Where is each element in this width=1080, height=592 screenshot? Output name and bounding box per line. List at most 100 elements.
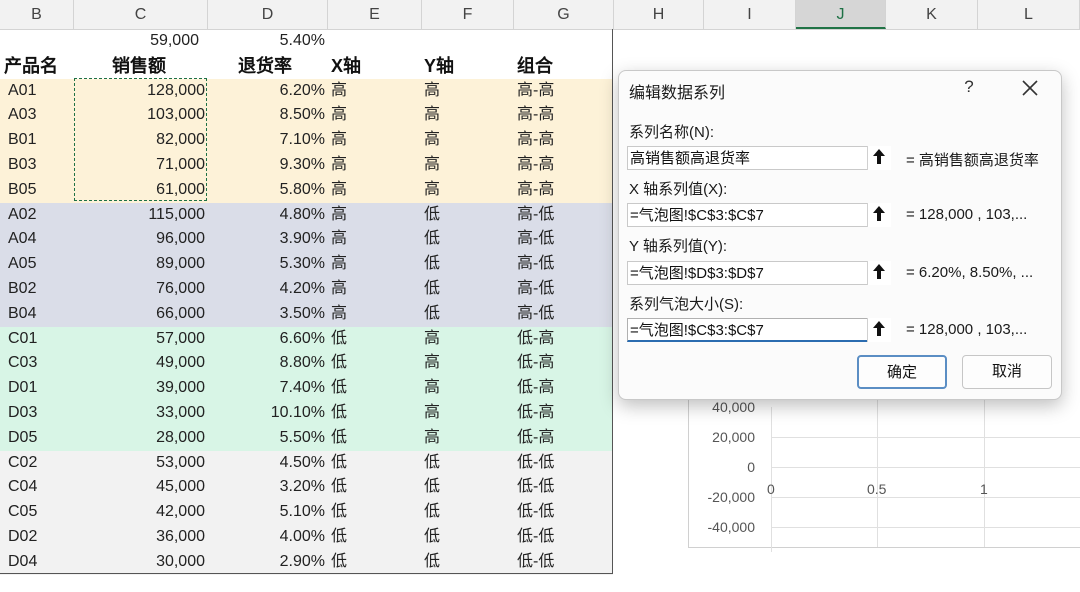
edit-series-dialog[interactable]: 编辑数据系列 ? 系列名称(N): 高销售额高退货率 = 高销售额高退货率 X … — [618, 70, 1062, 400]
return-rate-cell[interactable]: 7.40% — [208, 376, 325, 401]
header-return-rate[interactable]: 退货率 — [238, 54, 318, 79]
combo-cell[interactable]: 高-低 — [517, 203, 597, 228]
y-axis-cell[interactable]: 高 — [424, 426, 484, 451]
y-axis-cell[interactable]: 高 — [424, 351, 484, 376]
bubble-size-range-picker[interactable] — [867, 318, 891, 342]
return-rate-cell[interactable]: 5.50% — [208, 426, 325, 451]
x-axis-cell[interactable]: 高 — [331, 302, 391, 327]
return-rate-cell[interactable]: 6.60% — [208, 327, 325, 352]
x-axis-cell[interactable]: 高 — [331, 178, 391, 203]
return-rate-cell[interactable]: 5.30% — [208, 252, 325, 277]
x-axis-cell[interactable]: 低 — [331, 525, 391, 550]
product-cell[interactable]: C02 — [8, 451, 72, 476]
x-axis-cell[interactable]: 低 — [331, 401, 391, 426]
x-axis-cell[interactable]: 低 — [331, 500, 391, 525]
column-header-d[interactable]: D — [208, 0, 328, 29]
sales-cell[interactable]: 66,000 — [74, 302, 205, 327]
header-product[interactable]: 产品名 — [4, 54, 72, 79]
y-axis-cell[interactable]: 高 — [424, 178, 484, 203]
header-sales[interactable]: 销售额 — [112, 54, 192, 79]
cancel-button[interactable]: 取消 — [962, 355, 1052, 389]
sales-cell[interactable]: 57,000 — [74, 327, 205, 352]
product-cell[interactable]: B04 — [8, 302, 72, 327]
product-cell[interactable]: C03 — [8, 351, 72, 376]
y-axis-cell[interactable]: 高 — [424, 128, 484, 153]
column-header-i[interactable]: I — [704, 0, 796, 29]
combo-cell[interactable]: 高-低 — [517, 277, 597, 302]
combo-cell[interactable]: 高-高 — [517, 153, 597, 178]
sales-cell[interactable]: 89,000 — [74, 252, 205, 277]
sales-cell[interactable]: 45,000 — [74, 475, 205, 500]
x-axis-cell[interactable]: 高 — [331, 227, 391, 252]
x-axis-cell[interactable]: 低 — [331, 426, 391, 451]
return-rate-cell[interactable]: 4.20% — [208, 277, 325, 302]
combo-cell[interactable]: 高-高 — [517, 128, 597, 153]
close-button[interactable] — [1017, 75, 1043, 101]
return-rate-cell[interactable]: 2.90% — [208, 550, 325, 575]
return-rate-cell[interactable]: 3.50% — [208, 302, 325, 327]
x-axis-cell[interactable]: 高 — [331, 153, 391, 178]
x-axis-cell[interactable]: 低 — [331, 475, 391, 500]
y-axis-cell[interactable]: 低 — [424, 252, 484, 277]
return-rate-cell[interactable]: 7.10% — [208, 128, 325, 153]
combo-cell[interactable]: 低-高 — [517, 401, 597, 426]
x-axis-cell[interactable]: 高 — [331, 79, 391, 104]
combo-cell[interactable]: 高-高 — [517, 103, 597, 128]
column-header-b[interactable]: B — [0, 0, 74, 29]
return-rate-cell[interactable]: 6.20% — [208, 79, 325, 104]
sales-cell[interactable]: 42,000 — [74, 500, 205, 525]
combo-cell[interactable]: 低-低 — [517, 451, 597, 476]
return-rate-cell[interactable]: 3.20% — [208, 475, 325, 500]
y-axis-cell[interactable]: 低 — [424, 277, 484, 302]
return-rate-cell[interactable]: 4.00% — [208, 525, 325, 550]
summary-sales-cell[interactable]: 59,000 — [74, 29, 199, 54]
x-axis-cell[interactable]: 高 — [331, 252, 391, 277]
y-axis-cell[interactable]: 低 — [424, 550, 484, 575]
column-header-c[interactable]: C — [74, 0, 208, 29]
combo-cell[interactable]: 低-高 — [517, 351, 597, 376]
y-axis-cell[interactable]: 高 — [424, 401, 484, 426]
product-cell[interactable]: D02 — [8, 525, 72, 550]
column-header-f[interactable]: F — [422, 0, 514, 29]
product-cell[interactable]: C01 — [8, 327, 72, 352]
header-x-axis[interactable]: X轴 — [331, 54, 391, 79]
y-axis-cell[interactable]: 高 — [424, 79, 484, 104]
x-axis-cell[interactable]: 高 — [331, 277, 391, 302]
column-header-l[interactable]: L — [978, 0, 1080, 29]
product-cell[interactable]: D05 — [8, 426, 72, 451]
return-rate-cell[interactable]: 5.80% — [208, 178, 325, 203]
product-cell[interactable]: B05 — [8, 178, 72, 203]
y-axis-cell[interactable]: 低 — [424, 302, 484, 327]
x-axis-cell[interactable]: 低 — [331, 351, 391, 376]
product-cell[interactable]: D04 — [8, 550, 72, 575]
bubble-size-input[interactable]: =气泡图!$C$3:$C$7 — [627, 318, 891, 342]
y-axis-cell[interactable]: 低 — [424, 500, 484, 525]
product-cell[interactable]: A02 — [8, 203, 72, 228]
series-name-input[interactable]: 高销售额高退货率 — [627, 146, 891, 170]
y-axis-cell[interactable]: 低 — [424, 227, 484, 252]
sales-cell[interactable]: 49,000 — [74, 351, 205, 376]
ok-button[interactable]: 确定 — [857, 355, 947, 389]
return-rate-cell[interactable]: 8.50% — [208, 103, 325, 128]
sales-cell[interactable]: 33,000 — [74, 401, 205, 426]
series-name-range-picker[interactable] — [867, 146, 891, 170]
return-rate-cell[interactable]: 5.10% — [208, 500, 325, 525]
product-cell[interactable]: D03 — [8, 401, 72, 426]
column-header-e[interactable]: E — [328, 0, 422, 29]
column-header-h[interactable]: H — [614, 0, 704, 29]
return-rate-cell[interactable]: 9.30% — [208, 153, 325, 178]
x-values-range-picker[interactable] — [867, 203, 891, 227]
combo-cell[interactable]: 高-高 — [517, 79, 597, 104]
product-cell[interactable]: A03 — [8, 103, 72, 128]
product-cell[interactable]: C05 — [8, 500, 72, 525]
sales-cell[interactable]: 39,000 — [74, 376, 205, 401]
y-axis-cell[interactable]: 高 — [424, 153, 484, 178]
product-cell[interactable]: C04 — [8, 475, 72, 500]
column-header-j[interactable]: J — [796, 0, 886, 29]
sales-cell[interactable]: 53,000 — [74, 451, 205, 476]
return-rate-cell[interactable]: 4.80% — [208, 203, 325, 228]
combo-cell[interactable]: 低-低 — [517, 500, 597, 525]
combo-cell[interactable]: 高-高 — [517, 178, 597, 203]
x-axis-cell[interactable]: 高 — [331, 203, 391, 228]
x-axis-cell[interactable]: 高 — [331, 103, 391, 128]
